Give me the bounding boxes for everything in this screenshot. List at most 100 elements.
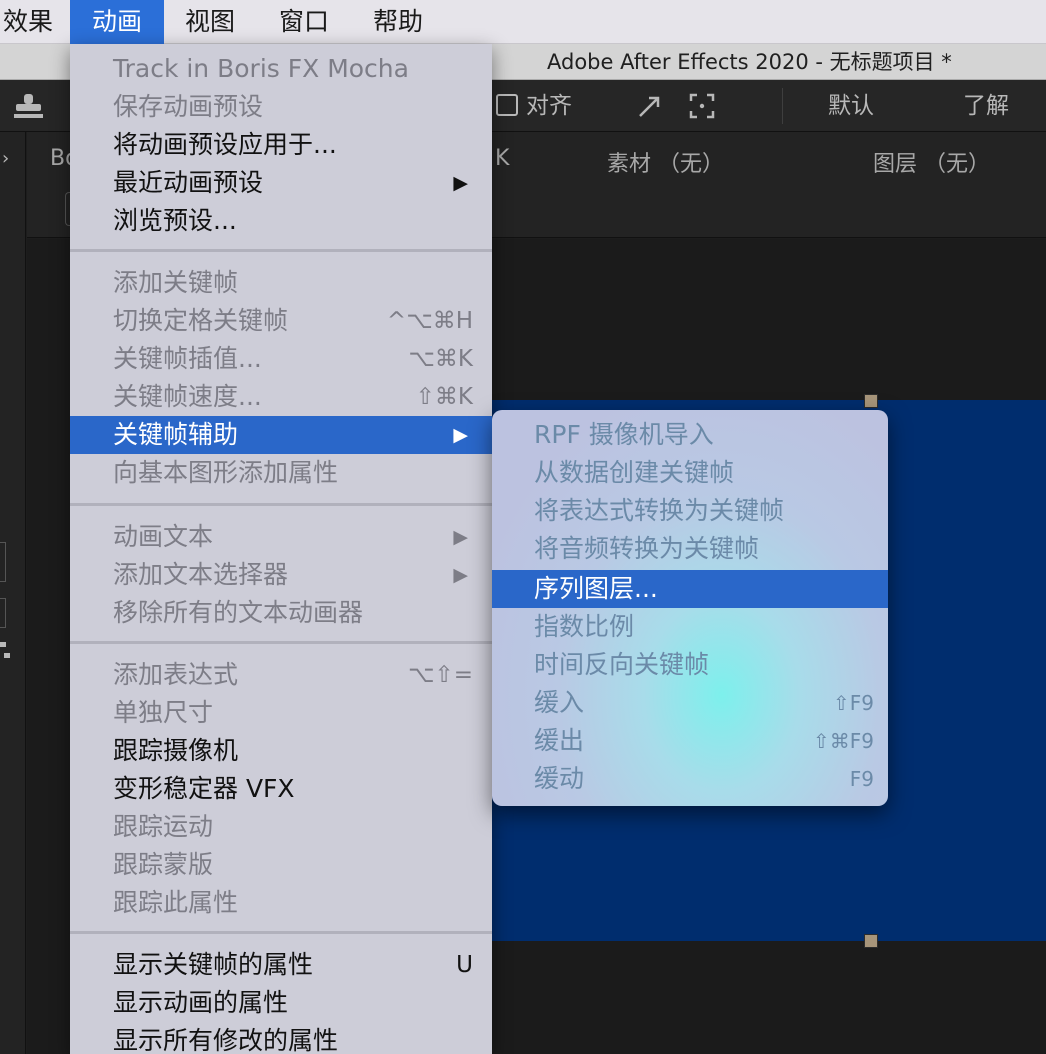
menu-item-label: 浏览预设... bbox=[113, 206, 237, 235]
menu-item-label: 动画文本 bbox=[113, 522, 214, 551]
submenu-item-label: 指数比例 bbox=[534, 612, 635, 641]
menu-item-track-mask[interactable]: 跟踪蒙版 bbox=[70, 846, 492, 884]
menu-help[interactable]: 帮助 bbox=[360, 0, 436, 44]
menu-item-track-motion[interactable]: 跟踪运动 bbox=[70, 808, 492, 846]
submenu-item-label: 将表达式转换为关键帧 bbox=[534, 496, 785, 525]
toolbar-divider bbox=[782, 88, 783, 124]
menu-separator bbox=[70, 931, 492, 934]
animation-menu: Track in Boris FX Mocha 保存动画预设 将动画预设应用于.… bbox=[70, 44, 492, 1054]
menu-item-shortcut: ^⌥⌘H bbox=[386, 308, 473, 334]
menu-item-toggle-hold-keyframe[interactable]: 切换定格关键帧 ^⌥⌘H bbox=[70, 302, 492, 340]
menu-item-keyframe-interpolation[interactable]: 关键帧插值... ⌥⌘K bbox=[70, 340, 492, 378]
menu-item-add-to-essential-graphics[interactable]: 向基本图形添加属性 bbox=[70, 454, 492, 492]
submenu-item-label: 缓入 bbox=[534, 688, 585, 717]
menu-item-reveal-animated-properties[interactable]: 显示动画的属性 bbox=[70, 984, 492, 1022]
window-title: Adobe After Effects 2020 - 无标题项目 * bbox=[547, 50, 952, 74]
menu-window[interactable]: 窗口 bbox=[266, 0, 342, 44]
submenu-item-easy-ease-out[interactable]: 缓出 ⇧⌘F9 bbox=[492, 722, 888, 760]
snap-feather-icon[interactable] bbox=[636, 92, 664, 124]
menu-item-label: 移除所有的文本动画器 bbox=[113, 598, 364, 627]
workspace-learn[interactable]: 了解 bbox=[963, 80, 1009, 132]
layer-handle[interactable] bbox=[864, 934, 878, 948]
layer-tab[interactable]: 图层 （无） bbox=[873, 146, 990, 178]
submenu-item-shortcut: ⇧⌘F9 bbox=[813, 729, 874, 753]
submenu-item-audio-to-keyframes[interactable]: 将音频转换为关键帧 bbox=[492, 530, 888, 568]
menu-item-warp-stabilizer[interactable]: 变形稳定器 VFX bbox=[70, 770, 492, 808]
submenu-item-expression-to-keyframes[interactable]: 将表达式转换为关键帧 bbox=[492, 492, 888, 530]
snap-checkbox[interactable] bbox=[496, 94, 518, 116]
submenu-arrow-icon: ▶ bbox=[453, 564, 468, 586]
menu-item-shortcut: U bbox=[456, 952, 473, 978]
tab-fragment: K bbox=[495, 146, 510, 171]
chevron-right-icon[interactable]: › bbox=[2, 148, 9, 169]
submenu-item-keyframes-from-data[interactable]: 从数据创建关键帧 bbox=[492, 454, 888, 492]
menu-item-label: 关键帧插值... bbox=[113, 344, 262, 373]
menu-item-label: 显示关键帧的属性 bbox=[113, 950, 314, 979]
menu-item-add-keyframe[interactable]: 添加关键帧 bbox=[70, 264, 492, 302]
submenu-arrow-icon: ▶ bbox=[453, 172, 468, 194]
menu-item-browse-presets[interactable]: 浏览预设... bbox=[70, 202, 492, 240]
submenu-item-label: 将音频转换为关键帧 bbox=[534, 534, 760, 563]
menu-item-reveal-keyframe-properties[interactable]: 显示关键帧的属性 U bbox=[70, 946, 492, 984]
submenu-item-time-reverse-keyframes[interactable]: 时间反向关键帧 bbox=[492, 646, 888, 684]
menu-item-apply-preset[interactable]: 将动画预设应用于... bbox=[70, 126, 492, 164]
menu-separator bbox=[70, 641, 492, 644]
menu-item-save-preset[interactable]: 保存动画预设 bbox=[70, 88, 492, 126]
submenu-item-label: 缓出 bbox=[534, 726, 585, 755]
submenu-arrow-icon: ▶ bbox=[453, 526, 468, 548]
menu-view[interactable]: 视图 bbox=[172, 0, 248, 44]
submenu-item-easy-ease-in[interactable]: 缓入 ⇧F9 bbox=[492, 684, 888, 722]
menu-item-remove-text-animators[interactable]: 移除所有的文本动画器 bbox=[70, 594, 492, 632]
menu-separator bbox=[70, 249, 492, 252]
submenu-item-easy-ease[interactable]: 缓动 F9 bbox=[492, 760, 888, 798]
submenu-item-label: 缓动 bbox=[534, 764, 585, 793]
menu-item-keyframe-velocity[interactable]: 关键帧速度... ⇧⌘K bbox=[70, 378, 492, 416]
layer-handle[interactable] bbox=[864, 394, 878, 408]
submenu-item-rpf-camera-import[interactable]: RPF 摄像机导入 bbox=[492, 416, 888, 454]
menu-effects[interactable]: 效果 bbox=[0, 0, 58, 44]
panel-edge-control bbox=[0, 598, 6, 628]
menu-item-add-expression[interactable]: 添加表达式 ⌥⇧= bbox=[70, 656, 492, 694]
submenu-item-shortcut: ⇧F9 bbox=[833, 691, 874, 715]
menu-item-track-this-property[interactable]: 跟踪此属性 bbox=[70, 884, 492, 922]
menu-item-shortcut: ⇧⌘K bbox=[415, 384, 473, 410]
snap-label: 对齐 bbox=[526, 93, 572, 119]
submenu-item-exponential-scale[interactable]: 指数比例 bbox=[492, 608, 888, 646]
submenu-item-sequence-layers[interactable]: 序列图层... bbox=[492, 570, 888, 608]
menu-item-label: 保存动画预设 bbox=[113, 92, 264, 121]
menu-item-separate-dimensions[interactable]: 单独尺寸 bbox=[70, 694, 492, 732]
menu-item-label: 最近动画预设 bbox=[113, 168, 264, 197]
menu-item-add-text-selector[interactable]: 添加文本选择器 ▶ bbox=[70, 556, 492, 594]
snap-grid-icon[interactable] bbox=[688, 92, 716, 124]
menu-item-reveal-modified-properties[interactable]: 显示所有修改的属性 bbox=[70, 1022, 492, 1054]
menu-item-track-camera[interactable]: 跟踪摄像机 bbox=[70, 732, 492, 770]
submenu-item-shortcut: F9 bbox=[849, 767, 874, 791]
menu-item-label: 跟踪此属性 bbox=[113, 888, 239, 917]
menu-item-shortcut: ⌥⌘K bbox=[408, 346, 473, 372]
panel-edge-control bbox=[0, 542, 6, 582]
stamp-tool-icon[interactable] bbox=[12, 92, 46, 124]
menu-item-track-mocha[interactable]: Track in Boris FX Mocha bbox=[70, 50, 492, 88]
menu-animation[interactable]: 动画 bbox=[70, 0, 164, 44]
menu-item-animate-text[interactable]: 动画文本 ▶ bbox=[70, 518, 492, 556]
menu-item-label: 关键帧辅助 bbox=[113, 420, 239, 449]
menu-item-label: 向基本图形添加属性 bbox=[113, 458, 339, 487]
menu-item-keyframe-assistant[interactable]: 关键帧辅助 ▶ bbox=[70, 416, 492, 454]
menu-item-label: 添加关键帧 bbox=[113, 268, 239, 297]
menu-item-label: 跟踪运动 bbox=[113, 812, 214, 841]
submenu-item-label: 序列图层... bbox=[534, 574, 658, 603]
after-effects-window: 效果 动画 视图 窗口 帮助 Adobe After Effects 2020 … bbox=[0, 0, 1046, 1054]
footage-tab[interactable]: 素材 （无） bbox=[607, 146, 724, 178]
submenu-item-label: RPF 摄像机导入 bbox=[534, 420, 714, 449]
menu-item-label: 单独尺寸 bbox=[113, 698, 214, 727]
menu-item-label: 添加表达式 bbox=[113, 660, 239, 689]
menu-item-label: 跟踪蒙版 bbox=[113, 850, 214, 879]
menu-item-label: 添加文本选择器 bbox=[113, 560, 289, 589]
menu-item-label: 切换定格关键帧 bbox=[113, 306, 289, 335]
workspace-default[interactable]: 默认 bbox=[828, 80, 874, 132]
menu-item-label: 变形稳定器 VFX bbox=[113, 774, 295, 803]
menu-item-recent-presets[interactable]: 最近动画预设 ▶ bbox=[70, 164, 492, 202]
menu-item-label: 显示动画的属性 bbox=[113, 988, 289, 1017]
submenu-item-label: 从数据创建关键帧 bbox=[534, 458, 735, 487]
keyframe-assistant-submenu: RPF 摄像机导入 从数据创建关键帧 将表达式转换为关键帧 将音频转换为关键帧 … bbox=[492, 410, 888, 806]
